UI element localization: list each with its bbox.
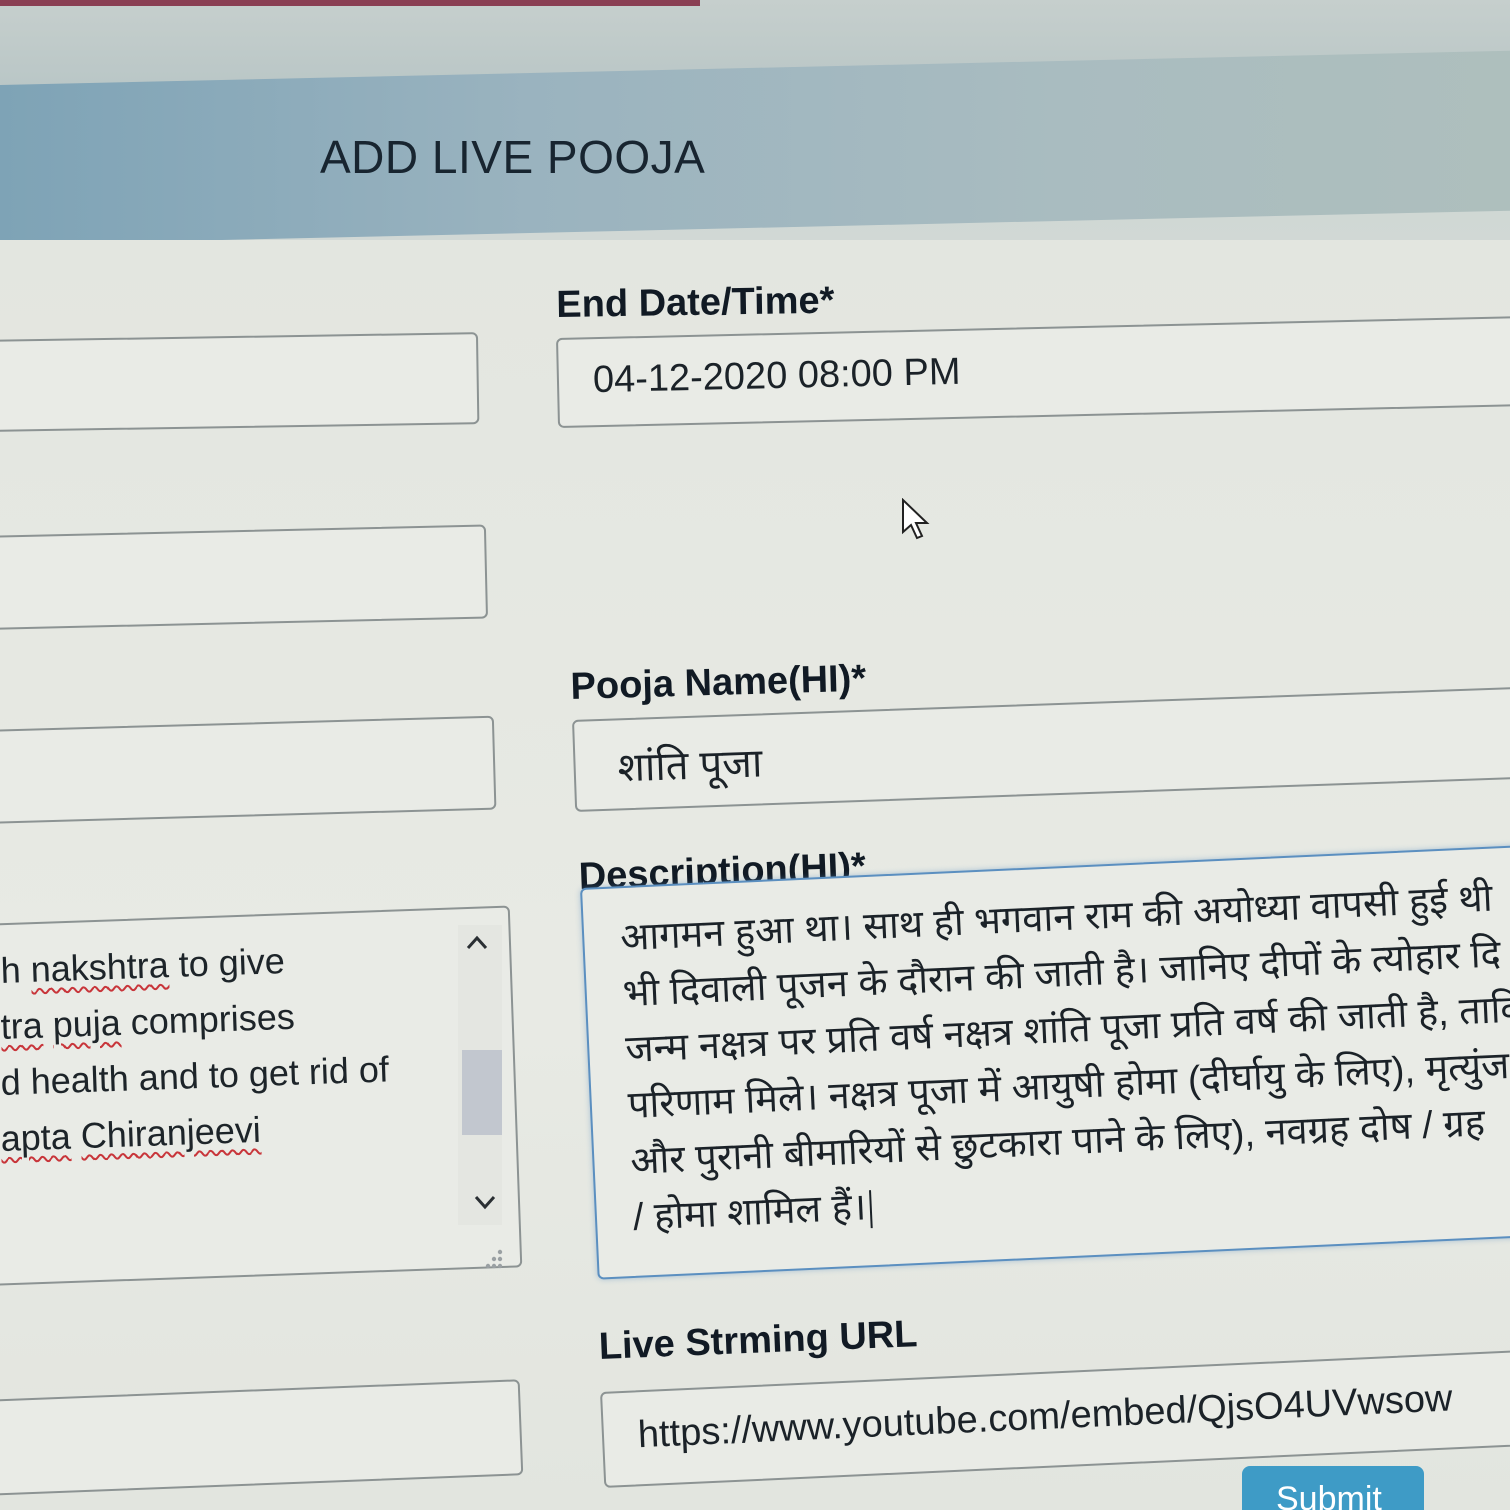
chevron-down-icon[interactable] — [472, 1192, 498, 1212]
live-streaming-url-value: https://www.youtube.com/embed/QjsO4UVwso… — [637, 1377, 1454, 1457]
submit-button-label: Submit — [1276, 1480, 1382, 1510]
description-hi-textarea[interactable]: आगमन हुआ था। साथ ही भगवान राम की अयोध्या… — [580, 844, 1510, 1280]
left-input-3[interactable] — [0, 715, 497, 824]
end-datetime-value: 04-12-2020 08:00 PM — [592, 350, 961, 402]
pooja-name-hi-value: शांति पूजा — [616, 741, 763, 791]
chevron-up-icon[interactable] — [464, 932, 490, 952]
left-input-2[interactable] — [0, 524, 489, 630]
left-input-1[interactable] — [0, 332, 480, 432]
left-textarea-scroll-thumb[interactable] — [462, 1050, 502, 1135]
screen: ADD LIVE POOJA h nakshtra to give tra pu… — [0, 0, 1510, 1510]
header-bar — [0, 50, 1510, 245]
mouse-pointer-icon — [902, 498, 930, 540]
text-caret — [869, 1190, 874, 1229]
submit-button[interactable]: Submit — [1242, 1466, 1424, 1510]
end-datetime-label: End Date/Time* — [556, 279, 835, 326]
pooja-name-hi-label: Pooja Name(HI)* — [570, 657, 867, 708]
page-title: ADD LIVE POOJA — [320, 131, 706, 183]
description-line: / होमा शामिल हैं। — [632, 1179, 874, 1242]
resize-grip-icon[interactable] — [478, 1246, 506, 1272]
